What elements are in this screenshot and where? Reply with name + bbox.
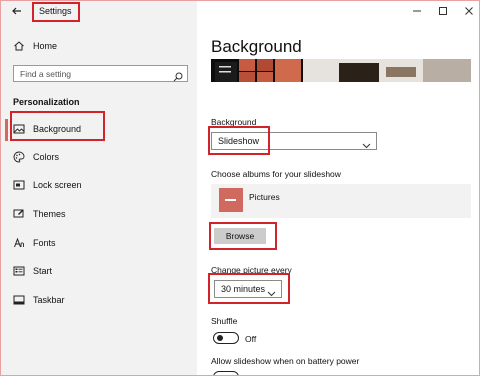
chevron-down-icon	[362, 137, 371, 149]
back-arrow-icon[interactable]	[11, 5, 27, 19]
search-icon[interactable]	[173, 69, 183, 82]
sidebar-item-lock-screen[interactable]: Lock screen	[13, 178, 82, 192]
album-name: Pictures	[249, 192, 280, 202]
sidebar-item-label: Lock screen	[33, 180, 82, 190]
sidebar-item-label: Fonts	[33, 238, 56, 248]
settings-window: Settings Home Find a setting Personaliza…	[0, 0, 480, 376]
folder-icon	[219, 188, 243, 212]
shuffle-label: Shuffle	[211, 316, 238, 326]
sidebar-item-label: Themes	[33, 209, 66, 219]
background-dropdown-highlight	[208, 126, 270, 155]
album-pictures[interactable]: Pictures	[211, 184, 471, 218]
brush-icon	[13, 208, 25, 220]
battery-toggle[interactable]	[213, 371, 239, 375]
page-title: Background	[211, 37, 302, 56]
font-icon	[13, 237, 25, 249]
nav-home[interactable]: Home	[13, 38, 57, 54]
minimize-icon[interactable]	[411, 5, 423, 17]
sidebar-item-themes[interactable]: Themes	[13, 207, 66, 221]
window-title: Settings	[39, 6, 72, 16]
albums-label: Choose albums for your slideshow	[211, 169, 341, 179]
sidebar-item-label: Start	[33, 266, 53, 276]
background-preview-image	[211, 59, 471, 82]
main-panel: Background Background Slideshow Choose a…	[197, 1, 479, 375]
search-input[interactable]: Find a setting	[13, 65, 188, 82]
palette-icon	[13, 151, 25, 163]
sidebar-item-label: Taskbar	[33, 295, 65, 305]
browse-highlight	[209, 222, 277, 250]
home-icon	[13, 40, 25, 52]
shuffle-state: Off	[245, 334, 257, 344]
sidebar-item-background[interactable]: Background	[13, 122, 81, 136]
sidebar-item-fonts[interactable]: Fonts	[13, 236, 56, 250]
sidebar: Settings Home Find a setting Personaliza…	[1, 1, 197, 375]
sidebar-item-start[interactable]: Start	[13, 264, 52, 278]
search-placeholder: Find a setting	[20, 69, 72, 79]
maximize-icon[interactable]	[437, 5, 449, 17]
lock-screen-icon	[13, 179, 25, 191]
sidebar-item-label: Colors	[33, 152, 60, 162]
start-icon	[13, 265, 25, 277]
sidebar-item-label: Background	[33, 124, 82, 134]
shuffle-toggle[interactable]	[213, 332, 239, 344]
sidebar-item-colors[interactable]: Colors	[13, 150, 59, 164]
toggle-knob	[217, 335, 223, 341]
picture-icon	[13, 123, 25, 135]
sidebar-item-taskbar[interactable]: Taskbar	[13, 293, 65, 307]
battery-label: Allow slideshow when on battery power	[211, 356, 360, 366]
section-title: Personalization	[13, 97, 80, 107]
taskbar-icon	[13, 294, 25, 306]
active-indicator	[5, 119, 8, 141]
nav-home-label: Home	[33, 41, 58, 51]
close-icon[interactable]	[463, 5, 475, 17]
interval-highlight	[208, 273, 290, 304]
